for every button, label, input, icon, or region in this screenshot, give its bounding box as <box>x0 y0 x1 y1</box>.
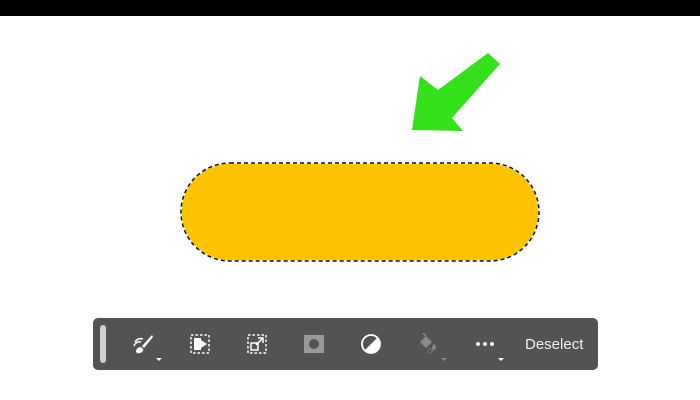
chevron-down-icon <box>498 358 504 361</box>
contextual-task-bar: Deselect <box>93 318 598 370</box>
arrow-annotation-icon <box>400 48 510 143</box>
transform-selection-icon <box>246 333 268 355</box>
chevron-down-icon <box>156 358 162 361</box>
more-options-button[interactable] <box>464 324 506 364</box>
select-subject-button[interactable] <box>179 324 221 364</box>
drag-handle[interactable] <box>100 325 106 363</box>
chevron-down-icon <box>441 358 447 361</box>
select-subject-icon <box>189 333 211 355</box>
more-options-icon <box>474 333 496 355</box>
adjustment-layer-icon <box>360 333 382 355</box>
selected-pill-shape[interactable] <box>180 162 540 262</box>
mask-icon <box>303 333 325 355</box>
fill-button[interactable] <box>407 324 449 364</box>
fill-bucket-icon <box>417 333 439 355</box>
top-bar <box>0 0 700 16</box>
brush-icon <box>132 333 154 355</box>
adjustment-layer-button[interactable] <box>350 324 392 364</box>
mask-button[interactable] <box>293 324 335 364</box>
deselect-button[interactable]: Deselect <box>525 336 583 353</box>
brush-tool-button[interactable] <box>122 324 164 364</box>
transform-selection-button[interactable] <box>236 324 278 364</box>
